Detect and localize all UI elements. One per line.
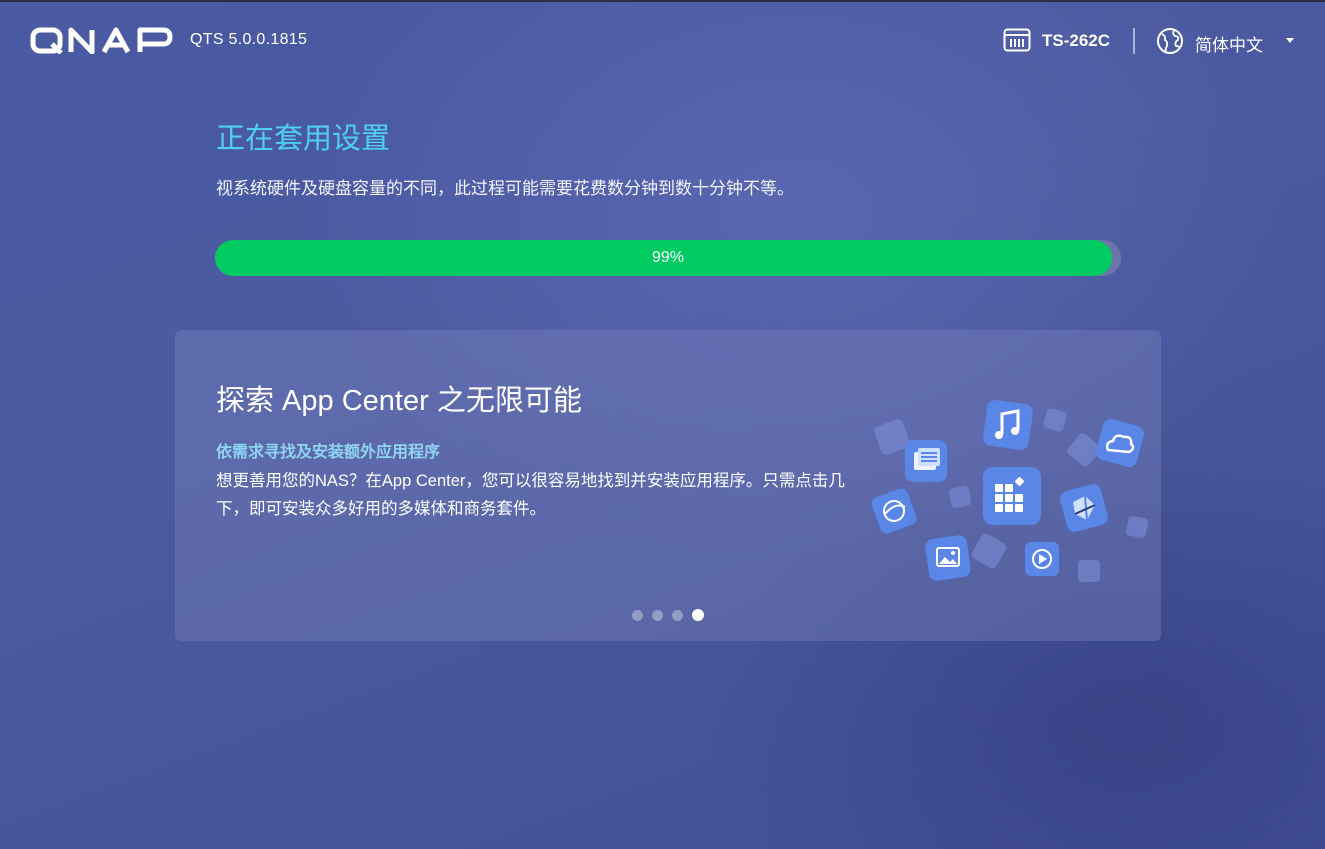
carousel-pagination [631,609,711,623]
card-subtitle: 依需求寻找及安装额外应用程序 [216,444,441,461]
progress-bar: 99% [215,240,1121,276]
carousel-dot-2[interactable] [652,610,663,621]
carousel-dot-3[interactable] [672,610,683,621]
virtualization-app-icon [1060,484,1108,532]
globe-icon [1157,28,1183,54]
carousel-dot-4[interactable] [692,609,704,621]
progress-percent: 99% [651,249,685,266]
page-title: 正在套用设置 [216,123,391,155]
app-center-illustration [871,400,1148,582]
music-app-icon [983,400,1033,450]
photo-app-icon [925,535,971,581]
app-center-icon [983,467,1041,525]
video-app-icon [1025,542,1059,576]
language-selector[interactable]: 简体中文 [1155,25,1305,57]
language-label: 简体中文 [1195,36,1263,55]
feature-carousel-card: 探索 App Center 之无限可能 依需求寻找及安装额外应用程序 想更善用您… [175,330,1161,641]
nas-device-icon [1003,28,1031,52]
notes-app-icon [905,440,947,482]
device-name: TS-262C [1042,31,1111,50]
carousel-dot-1[interactable] [632,610,643,621]
header-divider [1133,28,1135,54]
cloud-app-icon [1096,419,1144,467]
page-subtitle: 视系统硬件及硬盘容量的不同，此过程可能需要花费数分钟到数十分钟不等。 [216,179,794,198]
top-border [0,0,1325,2]
chevron-down-icon [1286,38,1294,43]
qnap-logo [30,27,173,54]
firmware-version: QTS 5.0.0.1815 [190,31,308,48]
card-description: 想更善用您的NAS？在App Center，您可以很容易地找到并安装应用程序。只… [216,472,845,518]
globe-app-icon [871,488,917,534]
card-title: 探索 App Center 之无限可能 [216,385,582,417]
